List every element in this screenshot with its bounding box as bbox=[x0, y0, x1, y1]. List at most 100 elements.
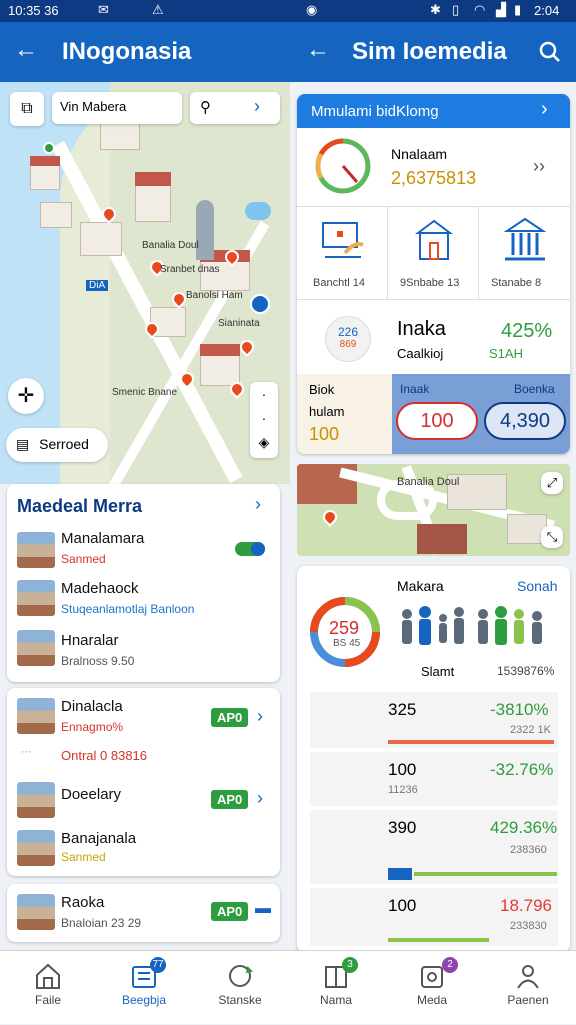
nav-label: Stanske bbox=[218, 993, 262, 1007]
stats-right-header: Sonah bbox=[517, 578, 558, 594]
signal-icon: ▟ bbox=[496, 2, 506, 17]
zoom-in-icon[interactable]: · bbox=[262, 386, 267, 402]
info-card-header[interactable]: Mmulami bidKlomg › bbox=[297, 94, 570, 128]
nav-item-media[interactable]: 2 Meda bbox=[384, 951, 480, 1025]
chevron-right-icon[interactable]: › bbox=[255, 494, 261, 515]
list-item-title: Dinalacla bbox=[61, 698, 123, 715]
list-card-secondary: Dinalacla Ennagmo% AP0 › ⋯ Ontral 0 8381… bbox=[7, 688, 280, 876]
nav-label: Nama bbox=[319, 993, 352, 1007]
nav-item-profile[interactable]: Paenen bbox=[480, 951, 576, 1025]
list-item-title: Raoka bbox=[61, 894, 105, 911]
map-label-4: Sianinata bbox=[218, 318, 260, 329]
map-view[interactable]: Banalia Doul Sranbet dnas Banolsi Ham Si… bbox=[0, 82, 290, 484]
minus-icon[interactable]: ▬ bbox=[255, 900, 271, 918]
people-icon-group bbox=[397, 604, 557, 656]
filter-icon[interactable]: ⚲ bbox=[200, 98, 211, 116]
list-item-sub: Bralnoss 9.50 bbox=[61, 654, 135, 668]
map-label-1: Banalia Doul bbox=[142, 240, 199, 251]
back-arrow-icon[interactable]: ← bbox=[14, 36, 38, 64]
map-preview[interactable]: Banalia Doul ⤢ ⤡ bbox=[297, 464, 570, 556]
nav-item-stats[interactable]: Stanske bbox=[192, 951, 288, 1025]
stat-badge: 226 869 bbox=[325, 316, 371, 362]
list-card-title: Maedeal Merra bbox=[17, 496, 143, 516]
metric-left-value: 100 bbox=[309, 424, 340, 444]
map-search-field[interactable]: Vin Mabera bbox=[52, 92, 182, 124]
gauge-label: Nnalaam bbox=[391, 146, 448, 162]
icon-tile-label: Stanabe 8 bbox=[491, 277, 542, 289]
chevron-right-icon[interactable]: › bbox=[257, 706, 263, 727]
list-card-tertiary[interactable]: Raoka Bnaloian 23 29 AP0 ▬ bbox=[7, 884, 280, 942]
fullscreen-icon[interactable]: ⤡ bbox=[541, 526, 563, 548]
metric-right-value: 4,390 bbox=[499, 410, 551, 432]
table-row[interactable]: 390 429.36% 238360 bbox=[310, 810, 558, 884]
right-screen-title: Sim Ioemedia bbox=[352, 38, 507, 65]
nav-item-list[interactable]: 77 Beegbja bbox=[96, 951, 192, 1025]
list-item-sub: Sanmed bbox=[61, 850, 106, 864]
donut-sub: BS 45 bbox=[333, 638, 361, 649]
people-icon bbox=[402, 606, 542, 645]
chevron-right-icon[interactable]: › bbox=[254, 96, 260, 117]
donut-value: 259 bbox=[329, 618, 360, 638]
nav-item-home[interactable]: Faile bbox=[0, 951, 96, 1025]
icon-tile-1[interactable]: Banchtl 14 bbox=[297, 207, 388, 299]
map-label-3: Banolsi Ham bbox=[186, 290, 243, 301]
metric-right-panel: Inaak Boenka 100 4,390 bbox=[392, 374, 570, 454]
table-row[interactable]: 100 -32.76% 11236 bbox=[310, 752, 558, 806]
map-preview-label: Banalia Doul bbox=[397, 476, 460, 488]
list-item[interactable]: Madehaock Stuqeanlamotlaj Banloon bbox=[7, 576, 280, 624]
row-bar bbox=[388, 938, 489, 942]
map-filter-box[interactable]: ⚲ › bbox=[190, 92, 280, 124]
metric-mid-label: Inaak bbox=[400, 382, 430, 396]
list-item[interactable]: Banajanala Sanmed bbox=[7, 826, 280, 872]
chevron-double-right-icon[interactable]: ›› bbox=[533, 156, 545, 177]
bottom-navigation: Faile 77 Beegbja Stanske 3 Nama 2 Meda P… bbox=[0, 950, 576, 1024]
zoom-out-icon[interactable]: · bbox=[262, 410, 267, 426]
zoom-control[interactable]: · · ◈ bbox=[250, 382, 278, 458]
icon-tile-3[interactable]: Stanabe 8 bbox=[479, 207, 570, 299]
building-thumbnail bbox=[17, 698, 55, 734]
row-sub: 2322 1K bbox=[510, 724, 551, 736]
list-item[interactable]: Doeelary AP0 › bbox=[7, 778, 280, 824]
building-thumbnail bbox=[17, 782, 55, 818]
alert-icon: ⚠ bbox=[152, 2, 164, 17]
stats-left-header: Makara bbox=[397, 578, 444, 594]
layers-icon[interactable]: ⧉ bbox=[10, 92, 44, 126]
metric-left-line2: hulam bbox=[309, 404, 345, 419]
nav-label: Paenen bbox=[507, 993, 549, 1007]
toggle-switch[interactable] bbox=[235, 542, 265, 556]
nav-item-map[interactable]: 3 Nama bbox=[288, 951, 384, 1025]
row-sub-left: 11236 bbox=[388, 784, 418, 796]
search-icon[interactable] bbox=[538, 40, 562, 64]
list-item[interactable]: Manalamara Sanmed bbox=[7, 528, 280, 576]
saved-label: Serroed bbox=[39, 436, 89, 452]
metric-left-line1: Biok bbox=[309, 382, 335, 397]
shield-icon: ◉ bbox=[306, 2, 318, 17]
compass-icon[interactable]: ◈ bbox=[259, 434, 270, 450]
list-item[interactable]: Hnaralar Bralnoss 9.50 bbox=[7, 626, 280, 674]
add-icon[interactable]: ✛ bbox=[8, 378, 44, 414]
list-item-sub: Bnaloian 23 29 bbox=[61, 916, 142, 930]
icon-tile-2[interactable]: 9Snbabe 13 bbox=[388, 207, 479, 299]
stat-sub: Caalkioj bbox=[397, 346, 444, 361]
status-bar: 10:35 36 ✉ ⚠ ◉ ✱ ▯ ◠ ▟ ▮ 2:04 bbox=[0, 0, 576, 22]
chevron-right-icon[interactable]: › bbox=[541, 98, 548, 121]
back-arrow-icon-right[interactable]: ← bbox=[306, 36, 330, 64]
chevron-right-icon[interactable]: › bbox=[257, 788, 263, 809]
list-item[interactable]: Dinalacla Ennagmo% AP0 › bbox=[7, 694, 280, 740]
table-row[interactable]: 100 18.796 233830 bbox=[310, 888, 558, 946]
list-item[interactable]: ⋯ Ontral 0 83816 bbox=[7, 744, 280, 768]
row-percent: 429.36% bbox=[490, 818, 558, 837]
building-thumbnail bbox=[17, 630, 55, 666]
saved-button[interactable]: ▤ Serroed bbox=[6, 428, 108, 462]
row-value: 100 bbox=[388, 896, 417, 915]
building-thumbnail bbox=[17, 894, 55, 930]
metric-right-button[interactable]: 4,390 bbox=[484, 402, 566, 440]
list-item-sub: Ennagmo% bbox=[61, 720, 124, 734]
nav-label: Beegbja bbox=[121, 993, 167, 1007]
gauge-icon bbox=[315, 138, 371, 194]
metric-mid-button[interactable]: 100 bbox=[396, 402, 478, 440]
home-icon bbox=[36, 963, 60, 989]
row-tag-icon bbox=[388, 868, 412, 880]
table-row[interactable]: 325 -3810% 2322 1K bbox=[310, 692, 558, 748]
expand-icon[interactable]: ⤢ bbox=[541, 472, 563, 494]
